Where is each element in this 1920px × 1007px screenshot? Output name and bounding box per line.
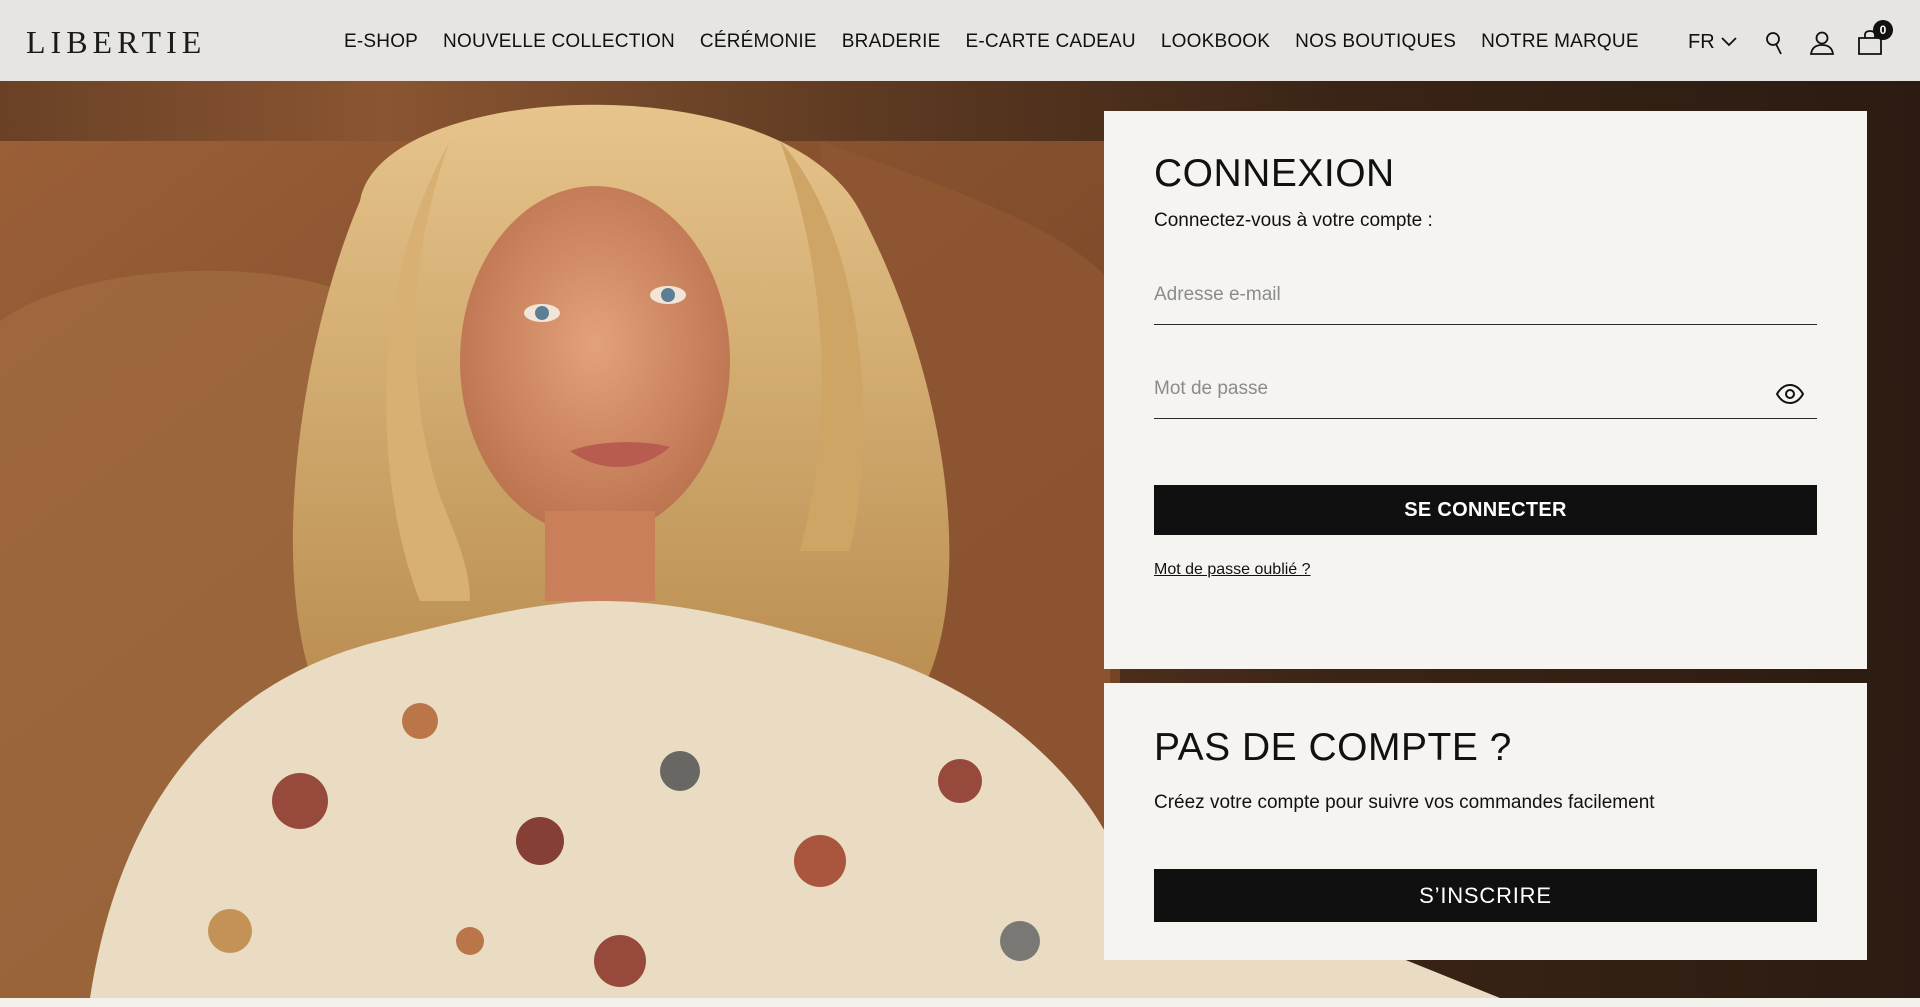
login-panel: CONNEXION Connectez-vous à votre compte … [1104, 111, 1867, 669]
nav-item-e-carte-cadeau[interactable]: E-CARTE CADEAU [966, 30, 1136, 54]
brand-logo[interactable]: LIBERTIE [26, 22, 206, 62]
email-input[interactable] [1154, 273, 1817, 313]
account-icon[interactable] [1809, 30, 1835, 56]
nav-item-ceremonie[interactable]: CÉRÉMONIE [700, 30, 817, 54]
page-bottom-strip [0, 998, 1920, 1007]
show-password-icon[interactable] [1775, 383, 1805, 405]
main-nav: E-SHOP NOUVELLE COLLECTION CÉRÉMONIE BRA… [344, 30, 1639, 54]
login-subtitle: Connectez-vous à votre compte : [1154, 210, 1433, 231]
cart-button[interactable]: 0 [1857, 20, 1893, 56]
signup-button[interactable]: S’INSCRIRE [1154, 869, 1817, 922]
password-field [1154, 367, 1817, 419]
password-input[interactable] [1154, 367, 1817, 407]
signup-panel: PAS DE COMPTE ? Créez votre compte pour … [1104, 683, 1867, 960]
nav-item-notre-marque[interactable]: NOTRE MARQUE [1481, 30, 1639, 54]
site-header: LIBERTIE E-SHOP NOUVELLE COLLECTION CÉRÉ… [0, 0, 1920, 81]
nav-item-lookbook[interactable]: LOOKBOOK [1161, 30, 1270, 54]
chevron-down-icon [1721, 37, 1737, 47]
cart-count-badge: 0 [1873, 20, 1893, 40]
nav-item-braderie[interactable]: BRADERIE [842, 30, 941, 54]
forgot-password-link[interactable]: Mot de passe oublié ? [1154, 561, 1311, 579]
signup-subtitle: Créez votre compte pour suivre vos comma… [1154, 792, 1655, 813]
nav-item-nouvelle-collection[interactable]: NOUVELLE COLLECTION [443, 30, 675, 54]
signup-title: PAS DE COMPTE ? [1154, 726, 1512, 769]
search-icon[interactable] [1762, 30, 1788, 56]
language-label: FR [1688, 31, 1715, 53]
nav-item-e-shop[interactable]: E-SHOP [344, 30, 418, 54]
email-field [1154, 273, 1817, 325]
login-button[interactable]: SE CONNECTER [1154, 485, 1817, 535]
nav-item-nos-boutiques[interactable]: NOS BOUTIQUES [1295, 30, 1456, 54]
login-title: CONNEXION [1154, 152, 1395, 195]
language-selector[interactable]: FR [1688, 30, 1737, 54]
